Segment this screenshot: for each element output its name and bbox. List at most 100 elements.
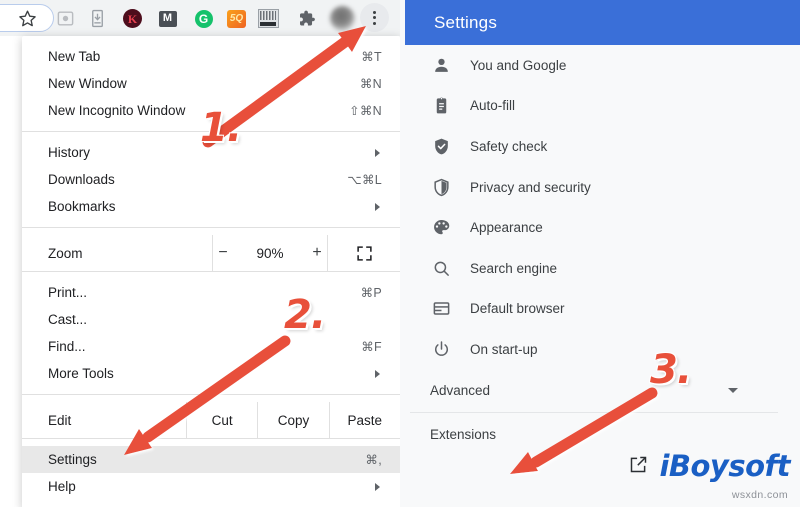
settings-item-label: On start-up xyxy=(470,341,538,357)
settings-item-label: Privacy and security xyxy=(470,179,591,195)
settings-item-you-and-google[interactable]: You and Google xyxy=(400,45,800,86)
settings-item-auto-fill[interactable]: Auto-fill xyxy=(400,86,800,127)
settings-item-privacy-and-security[interactable]: Privacy and security xyxy=(400,167,800,208)
submenu-arrow-icon xyxy=(375,148,380,157)
settings-item-on-start-up[interactable]: On start-up xyxy=(400,329,800,370)
person-icon xyxy=(430,54,452,76)
palette-icon xyxy=(430,217,452,239)
browser-window: K M G 5Q New Tab ⌘T New Window ⌘N New In… xyxy=(0,0,400,507)
menu-item-label: New Incognito Window xyxy=(48,103,186,118)
extension-m-icon[interactable]: M xyxy=(157,8,178,29)
settings-item-default-browser[interactable]: Default browser xyxy=(400,289,800,330)
extension-k-icon[interactable]: K xyxy=(122,8,143,29)
zoom-in-button[interactable]: + xyxy=(310,245,324,261)
page-title: Settings xyxy=(434,12,498,32)
copy-button[interactable]: Copy xyxy=(257,402,328,438)
menu-item-cast[interactable]: Cast... xyxy=(22,306,400,333)
iboysoft-logo: iBoysoft xyxy=(659,449,790,483)
browser-toolbar: K M G 5Q xyxy=(0,0,400,36)
menu-item-accelerator: ⇧⌘N xyxy=(349,104,382,118)
menu-item-accelerator: ⌘F xyxy=(361,340,382,354)
settings-item-label: Search engine xyxy=(470,260,558,276)
menu-divider xyxy=(22,394,400,395)
menu-item-new-incognito-window[interactable]: New Incognito Window ⇧⌘N xyxy=(22,97,400,124)
menu-item-downloads[interactable]: Downloads ⌥⌘L xyxy=(22,166,400,193)
menu-item-accelerator: ⌘N xyxy=(359,77,382,91)
submenu-arrow-icon xyxy=(375,369,380,378)
menu-item-new-window[interactable]: New Window ⌘N xyxy=(22,70,400,97)
settings-extensions-label: Extensions xyxy=(430,427,497,443)
menu-item-print[interactable]: Print... ⌘P xyxy=(22,279,400,306)
watermark: iBoysoft xyxy=(628,452,790,481)
settings-advanced-label: Advanced xyxy=(430,383,491,399)
star-outline-icon[interactable] xyxy=(17,8,38,29)
menu-divider xyxy=(22,131,400,132)
menu-item-label: Print... xyxy=(48,285,88,300)
cast-icon[interactable] xyxy=(55,8,76,29)
fullscreen-icon[interactable] xyxy=(327,235,400,271)
menu-item-find[interactable]: Find... ⌘F xyxy=(22,333,400,360)
settings-header: Settings xyxy=(405,0,800,45)
menu-item-label: Downloads xyxy=(48,172,115,187)
zoom-out-button[interactable]: − xyxy=(216,245,230,261)
menu-item-accelerator: ⌘T xyxy=(361,50,382,64)
settings-item-label: You and Google xyxy=(470,57,567,73)
screenshot-root: K M G 5Q New Tab ⌘T New Window ⌘N New In… xyxy=(0,0,800,507)
settings-item-search-engine[interactable]: Search engine xyxy=(400,248,800,289)
extension-grammarly-icon[interactable]: G xyxy=(193,8,214,29)
menu-divider xyxy=(22,227,400,228)
settings-item-appearance[interactable]: Appearance xyxy=(400,207,800,248)
menu-item-label: History xyxy=(48,145,91,160)
profile-avatar[interactable] xyxy=(330,6,355,31)
settings-item-label: Auto-fill xyxy=(470,98,516,114)
chevron-down-icon[interactable] xyxy=(728,388,738,394)
settings-panel: Settings You and Google Auto-fill Safety… xyxy=(400,0,800,507)
extensions-puzzle-icon[interactable] xyxy=(296,8,317,29)
menu-item-accelerator: ⌘P xyxy=(360,286,382,300)
menu-item-label: Cast... xyxy=(48,312,88,327)
external-link-icon xyxy=(628,454,649,480)
submenu-arrow-icon xyxy=(375,202,380,211)
extension-grid-icon[interactable] xyxy=(258,8,279,29)
bookmark-star-button[interactable] xyxy=(0,4,54,32)
shield-check-icon xyxy=(430,135,452,157)
menu-item-label: Help xyxy=(48,479,76,494)
menu-edit-row: Edit Cut Copy Paste xyxy=(22,402,400,438)
clipboard-icon xyxy=(430,95,452,117)
cut-button[interactable]: Cut xyxy=(186,402,257,438)
download-icon[interactable] xyxy=(87,8,108,29)
settings-item-label: Safety check xyxy=(470,138,548,154)
submenu-arrow-icon xyxy=(375,482,380,491)
menu-item-more-tools[interactable]: More Tools xyxy=(22,360,400,387)
extension-5q-icon[interactable]: 5Q xyxy=(226,8,247,29)
power-icon xyxy=(430,338,452,360)
edit-label: Edit xyxy=(48,412,72,428)
menu-item-bookmarks[interactable]: Bookmarks xyxy=(22,193,400,220)
browser-window-icon xyxy=(430,298,452,320)
shield-icon xyxy=(430,176,452,198)
menu-item-label: New Window xyxy=(48,76,127,91)
paste-button[interactable]: Paste xyxy=(328,402,400,438)
menu-zoom-row: Zoom − 90% + xyxy=(22,235,400,271)
menu-item-accelerator: ⌥⌘L xyxy=(347,173,382,187)
zoom-controls: − 90% + xyxy=(212,235,327,271)
chrome-main-menu: New Tab ⌘T New Window ⌘N New Incognito W… xyxy=(22,36,400,507)
settings-item-label: Appearance xyxy=(470,220,543,236)
zoom-label: Zoom xyxy=(48,245,83,261)
menu-item-label: New Tab xyxy=(48,49,101,64)
settings-nav-list: You and Google Auto-fill Safety check Pr… xyxy=(400,45,800,457)
three-dot-menu-icon[interactable] xyxy=(360,3,389,32)
settings-item-safety-check[interactable]: Safety check xyxy=(400,126,800,167)
menu-item-label: Settings xyxy=(48,452,97,467)
menu-item-help[interactable]: Help xyxy=(22,473,400,500)
menu-item-label: Bookmarks xyxy=(48,199,116,214)
menu-item-new-tab[interactable]: New Tab ⌘T xyxy=(22,43,400,70)
menu-item-settings[interactable]: Settings ⌘, xyxy=(22,446,400,473)
zoom-level-value: 90% xyxy=(256,245,284,261)
settings-advanced-toggle[interactable]: Advanced xyxy=(400,370,800,412)
watermark-url: wsxdn.com xyxy=(731,489,788,501)
search-icon xyxy=(430,257,452,279)
menu-item-history[interactable]: History xyxy=(22,139,400,166)
menu-item-accelerator: ⌘, xyxy=(365,453,382,467)
settings-item-label: Default browser xyxy=(470,301,565,317)
